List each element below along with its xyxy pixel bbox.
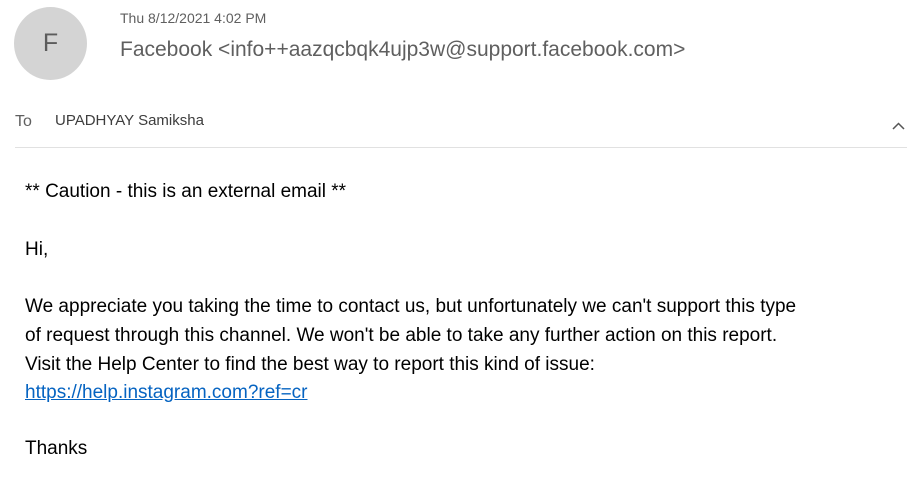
sender-address[interactable]: Facebook <info++aazqcbqk4ujp3w@support.f… [120,38,685,62]
signoff: Thanks [25,438,88,459]
email-timestamp: Thu 8/12/2021 4:02 PM [120,10,267,26]
greeting: Hi, [25,239,49,260]
to-label: To [15,113,32,130]
avatar[interactable]: F [14,7,87,80]
message-line-3: Visit the Help Center to find the best w… [25,354,595,375]
avatar-initial: F [42,29,59,57]
header-divider [15,147,907,148]
recipient-name[interactable]: UPADHYAY Samiksha [55,112,204,129]
collapse-header-button[interactable] [889,117,907,135]
chevron-up-icon [891,122,905,130]
caution-banner: ** Caution - this is an external email *… [25,181,347,202]
message-line-1: We appreciate you taking the time to con… [25,296,797,317]
message-line-2: of request through this channel. We won'… [25,325,778,346]
help-center-link[interactable]: https://help.instagram.com?ref=cr [25,382,308,403]
